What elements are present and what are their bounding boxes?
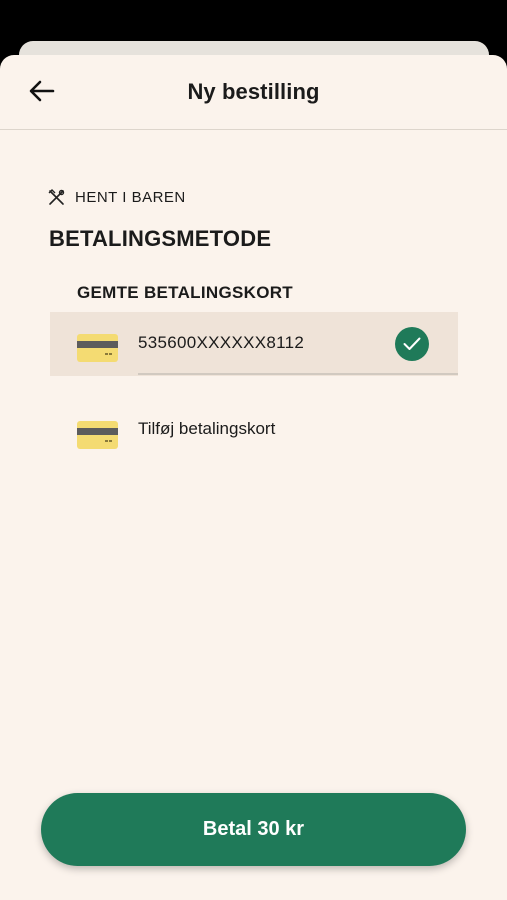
payment-method-heading: BETALINGSMETODE: [49, 226, 272, 251]
header: Ny bestilling: [0, 55, 507, 130]
divider: [138, 373, 458, 375]
page-title: Ny bestilling: [187, 79, 320, 104]
add-card-button[interactable]: Tilføj betalingskort: [50, 405, 458, 455]
add-card-label: Tilføj betalingskort: [138, 419, 276, 438]
saved-cards-heading: GEMTE BETALINGSKORT: [77, 283, 293, 302]
pickup-label: HENT I BAREN: [75, 189, 186, 206]
pay-button[interactable]: Betal 30 kr: [41, 793, 466, 866]
pickup-method: HENT I BAREN: [48, 189, 186, 206]
selected-check-badge: [395, 327, 429, 361]
order-sheet: Ny bestilling HENT I BAREN BETALINGSMETO…: [0, 55, 507, 900]
checkmark-icon: [403, 337, 421, 350]
credit-card-icon: [77, 421, 118, 449]
card-number: 535600XXXXXX8112: [138, 333, 305, 352]
saved-card-item[interactable]: 535600XXXXXX8112: [50, 312, 458, 376]
utensils-icon: [48, 189, 65, 205]
credit-card-icon: [77, 334, 118, 362]
